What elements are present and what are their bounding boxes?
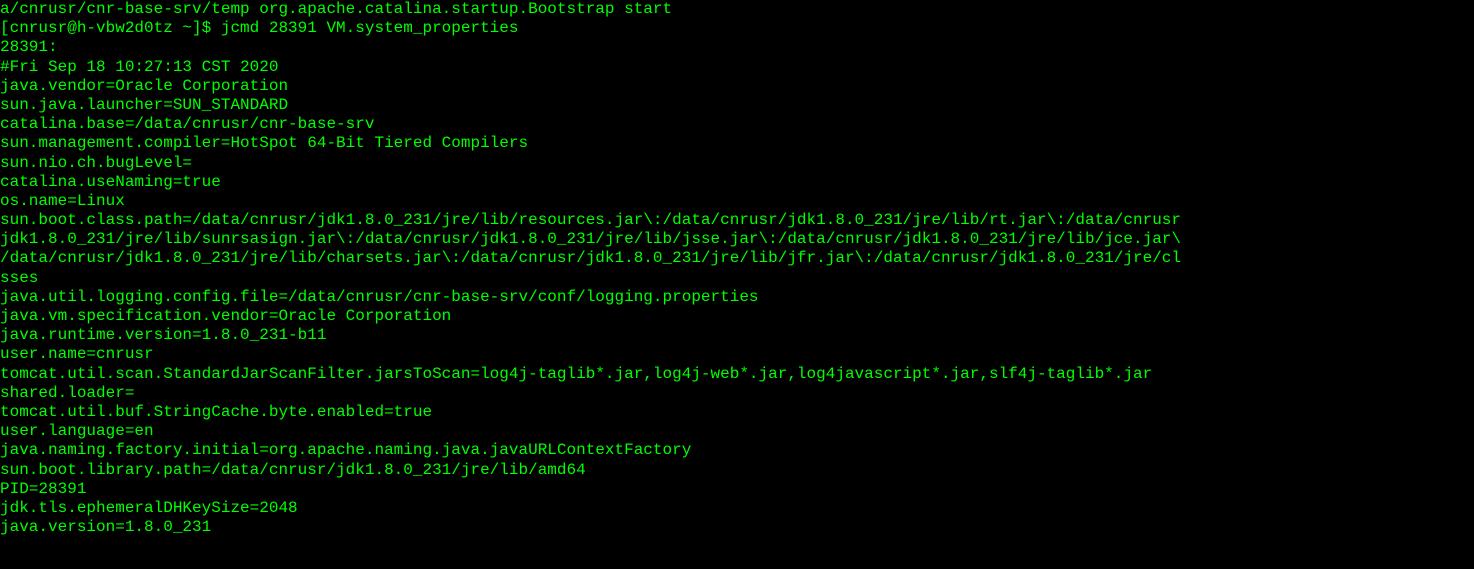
terminal-line: shared.loader= (0, 384, 1474, 403)
terminal-line: java.naming.factory.initial=org.apache.n… (0, 441, 1474, 460)
terminal-line: tomcat.util.buf.StringCache.byte.enabled… (0, 403, 1474, 422)
terminal-window[interactable]: a/cnrusr/cnr-base-srv/temp org.apache.ca… (0, 0, 1474, 537)
terminal-line: sun.nio.ch.bugLevel= (0, 154, 1474, 173)
terminal-line: user.name=cnrusr (0, 345, 1474, 364)
terminal-line: jdk.tls.ephemeralDHKeySize=2048 (0, 499, 1474, 518)
terminal-line: os.name=Linux (0, 192, 1474, 211)
terminal-line: #Fri Sep 18 10:27:13 CST 2020 (0, 58, 1474, 77)
terminal-line: tomcat.util.scan.StandardJarScanFilter.j… (0, 365, 1474, 384)
terminal-line: sun.java.launcher=SUN_STANDARD (0, 96, 1474, 115)
terminal-line: catalina.base=/data/cnrusr/cnr-base-srv (0, 115, 1474, 134)
terminal-line: 28391: (0, 38, 1474, 57)
terminal-line: a/cnrusr/cnr-base-srv/temp org.apache.ca… (0, 0, 1474, 19)
terminal-line: sun.boot.class.path=/data/cnrusr/jdk1.8.… (0, 211, 1474, 230)
terminal-line: sses (0, 269, 1474, 288)
terminal-line: /data/cnrusr/jdk1.8.0_231/jre/lib/charse… (0, 249, 1474, 268)
terminal-line: PID=28391 (0, 480, 1474, 499)
terminal-line: java.version=1.8.0_231 (0, 518, 1474, 537)
terminal-line: catalina.useNaming=true (0, 173, 1474, 192)
terminal-line: java.util.logging.config.file=/data/cnru… (0, 288, 1474, 307)
terminal-line: jdk1.8.0_231/jre/lib/sunrsasign.jar\:/da… (0, 230, 1474, 249)
terminal-line: sun.management.compiler=HotSpot 64-Bit T… (0, 134, 1474, 153)
terminal-line: java.runtime.version=1.8.0_231-b11 (0, 326, 1474, 345)
terminal-line: java.vendor=Oracle Corporation (0, 77, 1474, 96)
terminal-line: user.language=en (0, 422, 1474, 441)
terminal-line: sun.boot.library.path=/data/cnrusr/jdk1.… (0, 461, 1474, 480)
terminal-line: java.vm.specification.vendor=Oracle Corp… (0, 307, 1474, 326)
terminal-prompt-line: [cnrusr@h-vbw2d0tz ~]$ jcmd 28391 VM.sys… (0, 19, 1474, 38)
